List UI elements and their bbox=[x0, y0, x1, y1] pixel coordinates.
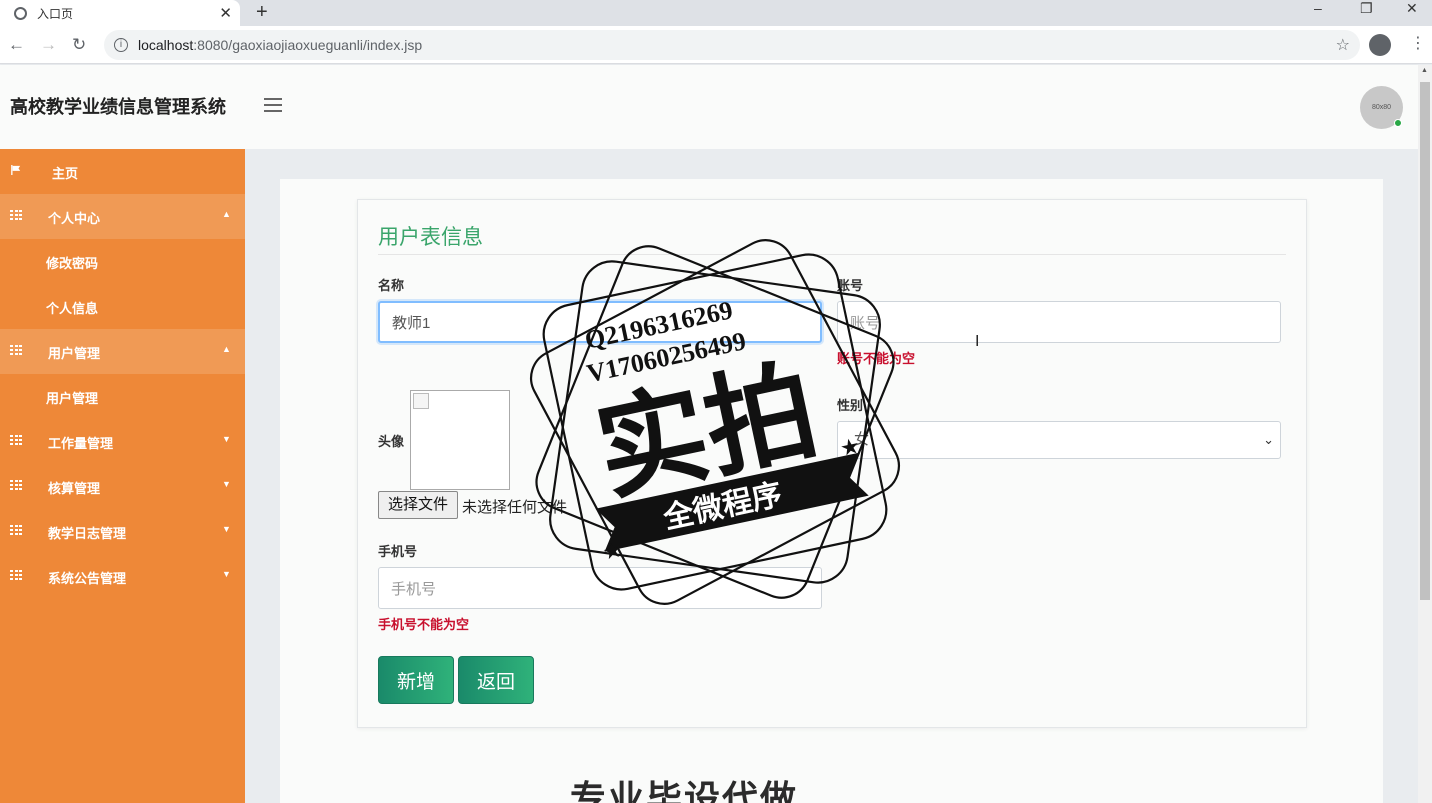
url-input[interactable]: i localhost:8080/gaoxiaojiaoxueguanli/in… bbox=[104, 30, 1360, 60]
add-button[interactable]: 新增 bbox=[378, 656, 454, 704]
forward-icon[interactable]: → bbox=[40, 35, 57, 55]
sidebar-item-label: 修改密码 bbox=[46, 256, 99, 271]
tab-close-icon[interactable]: ✕ bbox=[219, 4, 232, 22]
reload-icon[interactable]: ↻ bbox=[72, 35, 86, 55]
caret-down-icon: ▼ bbox=[222, 434, 231, 444]
watermark-stamp: Q2196316269 V17060256499 实拍 全微程序 ★ ★ bbox=[530, 239, 900, 605]
grid-icon bbox=[10, 525, 22, 535]
sidebar-item-user-management-sub[interactable]: 用户管理 bbox=[0, 374, 245, 419]
choose-file-button[interactable]: 选择文件 bbox=[378, 491, 458, 519]
sidebar-item-label: 用户管理 bbox=[48, 346, 101, 361]
phone-label: 手机号 bbox=[378, 544, 418, 559]
chevron-down-icon: ⌄ bbox=[1263, 432, 1274, 447]
menu-kebab-icon[interactable]: ⋮ bbox=[1410, 34, 1426, 54]
back-icon[interactable]: ← bbox=[8, 35, 25, 55]
sidebar-item-label: 个人信息 bbox=[46, 301, 99, 316]
sidebar-item-home[interactable]: 主页 bbox=[0, 149, 245, 194]
sidebar-item-label: 个人中心 bbox=[48, 211, 101, 226]
url-path: :8080/gaoxiaojiaoxueguanli/index.jsp bbox=[193, 37, 423, 53]
scroll-up-icon[interactable]: ▲ bbox=[1421, 67, 1428, 74]
caret-down-icon: ▼ bbox=[222, 524, 231, 534]
online-status-dot bbox=[1394, 119, 1402, 127]
phone-error: 手机号不能为空 bbox=[378, 617, 470, 632]
sidebar-item-accounting[interactable]: 核算管理 ▼ bbox=[0, 464, 245, 509]
grid-icon bbox=[10, 435, 22, 445]
grid-icon bbox=[10, 570, 22, 580]
flag-icon bbox=[11, 165, 21, 175]
sidebar-item-label: 核算管理 bbox=[48, 481, 101, 496]
text-cursor-icon: I bbox=[975, 333, 980, 350]
sidebar-item-change-password[interactable]: 修改密码 bbox=[0, 239, 245, 284]
restore-button[interactable]: ❐ bbox=[1360, 0, 1373, 16]
sidebar-item-label: 系统公告管理 bbox=[48, 571, 127, 586]
bookmark-star-icon[interactable]: ☆ bbox=[1336, 35, 1350, 55]
profile-icon[interactable] bbox=[1369, 34, 1391, 56]
globe-icon bbox=[14, 6, 27, 20]
sidebar-item-user-management[interactable]: 用户管理 ▲ bbox=[0, 329, 245, 374]
sidebar-item-label: 教学日志管理 bbox=[48, 526, 127, 541]
browser-tab-bar: 入口页 ✕ + – ❐ ✕ bbox=[0, 0, 1432, 26]
window-close-button[interactable]: ✕ bbox=[1406, 0, 1418, 16]
tab-title: 入口页 bbox=[37, 6, 74, 21]
caret-up-icon: ▲ bbox=[222, 344, 231, 354]
broken-image-icon bbox=[413, 393, 429, 409]
avatar-label: 头像 bbox=[378, 434, 405, 449]
sidebar-item-label: 主页 bbox=[52, 166, 79, 181]
caret-down-icon: ▼ bbox=[222, 569, 231, 579]
info-icon[interactable]: i bbox=[114, 38, 128, 52]
new-tab-button[interactable]: + bbox=[256, 0, 268, 24]
sidebar-item-personal-center[interactable]: 个人中心 ▲ bbox=[0, 194, 245, 239]
app-header: 高校教学业绩信息管理系统 80x80 bbox=[0, 65, 1418, 149]
sidebar-item-announcements[interactable]: 系统公告管理 ▼ bbox=[0, 554, 245, 599]
sidebar-item-workload[interactable]: 工作量管理 ▼ bbox=[0, 419, 245, 464]
avatar-preview-image bbox=[410, 390, 510, 490]
browser-tab[interactable]: 入口页 ✕ bbox=[0, 0, 240, 26]
app-title: 高校教学业绩信息管理系统 bbox=[10, 97, 226, 117]
sidebar-item-teaching-log[interactable]: 教学日志管理 ▼ bbox=[0, 509, 245, 554]
sidebar-item-label: 用户管理 bbox=[46, 391, 99, 406]
address-bar: ← → ↻ i localhost:8080/gaoxiaojiaoxuegua… bbox=[0, 26, 1432, 64]
hamburger-icon[interactable] bbox=[264, 98, 282, 112]
minimize-button[interactable]: – bbox=[1314, 0, 1322, 16]
svg-text:★: ★ bbox=[838, 433, 863, 462]
grid-icon bbox=[10, 210, 22, 220]
caret-down-icon: ▼ bbox=[222, 479, 231, 489]
sidebar: 主页 个人中心 ▲ 修改密码 个人信息 用户管理 ▲ 用户管理 工作量管理 ▼ … bbox=[0, 149, 245, 803]
grid-icon bbox=[10, 345, 22, 355]
watermark-bottom-text: 专业毕设代做 bbox=[570, 778, 799, 803]
url-host: localhost bbox=[138, 37, 194, 53]
sidebar-item-personal-info[interactable]: 个人信息 bbox=[0, 284, 245, 329]
sidebar-item-label: 工作量管理 bbox=[48, 436, 114, 451]
caret-up-icon: ▲ bbox=[222, 209, 231, 219]
grid-icon bbox=[10, 480, 22, 490]
back-button[interactable]: 返回 bbox=[458, 656, 534, 704]
scrollbar-thumb[interactable] bbox=[1420, 82, 1430, 600]
name-label: 名称 bbox=[378, 278, 405, 293]
form-title: 用户表信息 bbox=[378, 226, 483, 249]
